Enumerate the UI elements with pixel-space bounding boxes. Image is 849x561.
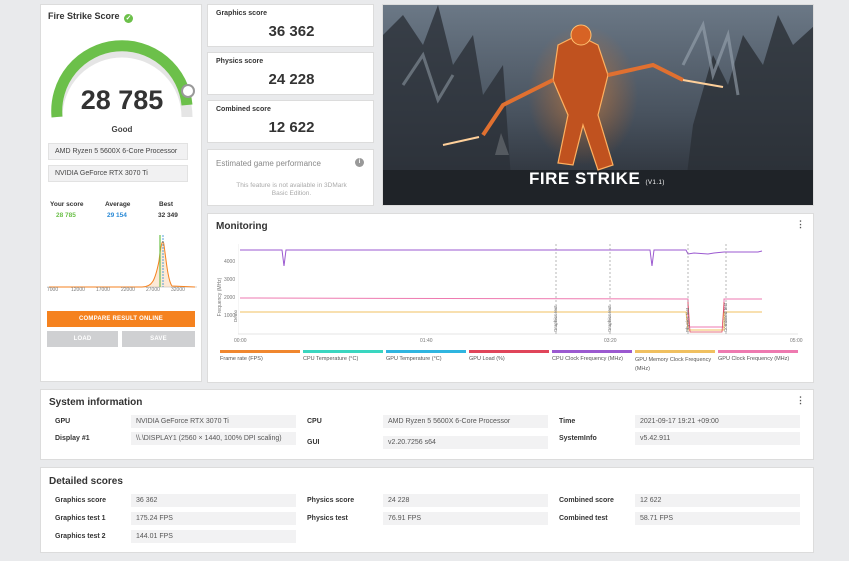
- monitoring-chart: [238, 244, 798, 335]
- system-cpu: AMD Ryzen 5 5600X 6-Core Processor: [383, 415, 548, 428]
- cpu-name: AMD Ryzen 5 5600X 6-Core Processor: [48, 143, 188, 160]
- fire-strike-hero-image: FIRE STRIKE (V1.1): [382, 4, 814, 206]
- graphics-score-value: 36 362: [268, 23, 315, 40]
- system-gui: v2.20.7256 s64: [383, 436, 548, 449]
- marker-demo: Demo: [233, 309, 238, 322]
- detailed-physics-test: 76.91 FPS: [383, 512, 548, 525]
- legend-gpu-temperature[interactable]: GPU Temperature (°C): [386, 356, 442, 362]
- legend-frame-rate[interactable]: Frame rate (FPS): [220, 356, 263, 362]
- system-information-panel: System information ⋮ GPU NVIDIA GeForce …: [40, 389, 814, 460]
- combined-score-value: 12 622: [268, 119, 315, 136]
- score-value: 28 785: [80, 85, 164, 115]
- marker-graphics-test-2: Graphics test: [607, 305, 612, 332]
- system-info-menu-icon[interactable]: ⋮: [796, 395, 805, 406]
- legend-gpu-clock[interactable]: GPU Clock Frequency (MHz): [718, 356, 789, 362]
- monitoring-panel: Monitoring ⋮ Frequency (MHz) 4000 3000 2…: [207, 213, 814, 383]
- physics-score-value: 24 228: [268, 71, 315, 88]
- legend-cpu-clock[interactable]: CPU Clock Frequency (MHz): [552, 356, 623, 362]
- monitoring-legend: Frame rate (FPS) CPU Temperature (°C) GP…: [208, 349, 815, 379]
- detailed-graphics-score: 36 362: [131, 494, 296, 507]
- score-title: Fire Strike Score ✓: [48, 11, 134, 23]
- estimated-game-performance-card: Estimated game performance i This featur…: [207, 149, 374, 206]
- system-gpu: NVIDIA GeForce RTX 3070 Ti: [131, 415, 296, 428]
- detailed-physics-score: 24 228: [383, 494, 548, 507]
- system-systeminfo: v5.42.911: [635, 432, 800, 445]
- y-axis-label: Frequency (MHz): [217, 277, 223, 317]
- marker-combined-test: Combined test: [723, 302, 728, 332]
- detailed-scores-panel: Detailed scores Graphics score 36 362 Gr…: [40, 467, 814, 553]
- system-display: \\.\DISPLAY1 (2560 × 1440, 100% DPI scal…: [131, 432, 296, 445]
- detailed-combined-score: 12 622: [635, 494, 800, 507]
- combined-score-card: Combined score 12 622: [207, 100, 374, 143]
- monitoring-menu-icon[interactable]: ⋮: [796, 219, 805, 230]
- legend-cpu-temperature[interactable]: CPU Temperature (°C): [303, 356, 358, 362]
- dist-ticks: 7000 12000 17000 22000 27000 32000: [47, 287, 185, 293]
- graphics-score-card: Graphics score 36 362: [207, 4, 374, 47]
- hero-title: FIRE STRIKE (V1.1): [529, 169, 665, 188]
- score-distribution-chart: [47, 235, 197, 288]
- system-time: 2021-09-17 19:21 +09:00: [635, 415, 800, 428]
- marker-physics-test: Physics test: [685, 307, 690, 332]
- score-rating: Good: [111, 125, 133, 134]
- fire-strike-score-panel: Fire Strike Score ✓ 28 785 Good AMD Ryze…: [40, 4, 202, 382]
- marker-graphics-test-1: Graphics test: [553, 305, 558, 332]
- compare-result-online-button[interactable]: COMPARE RESULT ONLINE: [47, 311, 195, 327]
- check-icon: ✓: [124, 14, 134, 23]
- detailed-graphics-test-1: 175.24 FPS: [131, 512, 296, 525]
- load-button[interactable]: LOAD: [47, 331, 118, 347]
- gpu-name: NVIDIA GeForce RTX 3070 Ti: [48, 165, 188, 182]
- physics-score-card: Physics score 24 228: [207, 52, 374, 95]
- save-button[interactable]: SAVE: [122, 331, 195, 347]
- detailed-graphics-test-2: 144.01 FPS: [131, 530, 296, 543]
- info-icon[interactable]: i: [355, 158, 364, 167]
- legend-gpu-memory-clock[interactable]: GPU Memory Clock Frequency (MHz): [635, 356, 715, 374]
- detailed-combined-test: 58.71 FPS: [635, 512, 800, 525]
- legend-gpu-load[interactable]: GPU Load (%): [469, 356, 505, 362]
